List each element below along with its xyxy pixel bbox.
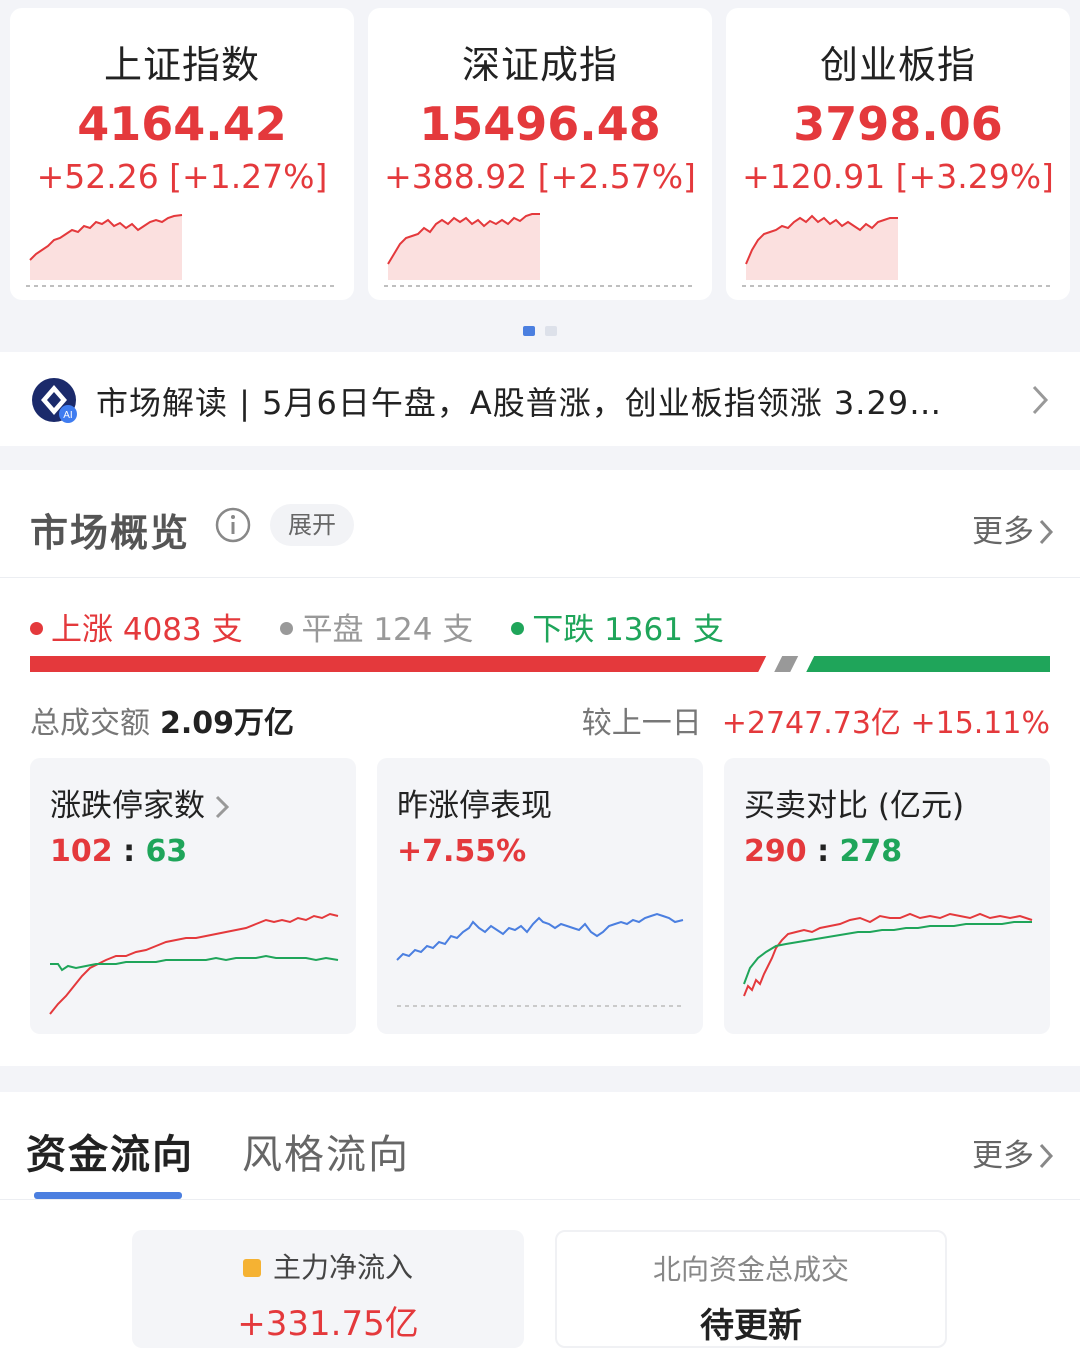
northbound-label: 北向资金总成交 [652,1253,849,1286]
fall-count: 下跌 1361 支 [511,604,724,649]
overview-title: 市场概览 [30,511,191,555]
northbound-value: 待更新 [700,1306,802,1346]
index-change: +120.91 [+3.29%] [742,157,1054,196]
advance-decline-ratio-bar [30,656,1050,672]
flat-label: 平盘 124 支 [301,612,474,648]
ai-badge-text: AI [63,410,72,421]
rise-dot [30,622,43,635]
index-name: 上证指数 [103,43,260,87]
overview-more-link[interactable]: 更多 [972,506,1054,551]
chevron-right-icon [1032,385,1049,415]
index-value: 3798.06 [793,97,1003,151]
tab-fund-flow[interactable]: 资金流向 [26,1122,194,1180]
rise-count: 上涨 4083 支 [30,604,243,649]
buy-sell-ratio: 290 : 278 [744,834,902,869]
market-overview-section: 市场概览 展开 更多 上涨 4083 支 平盘 124 支 下跌 1361 支 … [0,470,1080,1066]
advance-decline-stats: 上涨 4083 支 平盘 124 支 下跌 1361 支 [30,604,752,649]
card-title: 买卖对比 (亿元) [744,788,965,824]
rise-segment [30,656,767,672]
limit-ratio: 102 : 63 [50,834,187,869]
ai-icon: AI [32,378,77,423]
compare-value: +2747.73亿 +15.11% [721,706,1050,741]
legend-square-icon [242,1259,261,1277]
flow-tabs: 资金流向 风格流向 更多 [0,1092,1080,1200]
main-net-inflow-card[interactable]: 主力净流入 +331.75亿 [132,1230,524,1348]
northbound-turnover-card[interactable]: 北向资金总成交 待更新 [555,1230,947,1348]
market-interpretation-bar[interactable]: AI 市场解读 | 5月6日午盘，A股普涨，创业板指领涨 3.29… [0,352,1080,446]
limit-up-down-card[interactable]: 涨跌停家数 102 : 63 [30,758,356,1034]
buy-sell-trend-chart [743,912,1033,997]
performance-trend-chart [396,912,685,1007]
index-sparkline [26,214,338,287]
more-label: 更多 [972,514,1034,550]
index-sparkline [742,214,1054,287]
chevron-right-icon [1039,519,1054,545]
main-net-inflow-label: 主力净流入 [132,1246,524,1286]
turnover-row: 总成交额 2.09万亿 较上一日 +2747.73亿 +15.11% [30,698,1050,742]
carousel-indicator [0,321,1080,340]
compare-label: 较上一日 [581,706,702,741]
main-net-inflow-text: 主力净流入 [272,1251,413,1284]
more-label: 更多 [972,1138,1034,1174]
ratio-separator: : [123,834,136,869]
carousel-dot [545,326,557,336]
fund-flow-section: 资金流向 风格流向 更多 主力净流入 +331.75亿 北向资金总成交 待更新 [0,1092,1080,1359]
carousel-dot-active [523,326,535,336]
index-card-shanghai[interactable]: 上证指数 4164.42 +52.26 [+1.27%] [10,8,354,300]
news-headline: 市场解读 | 5月6日午盘，A股普涨，创业板指领涨 3.29… [96,384,943,422]
card-title: 涨跌停家数 [50,780,230,825]
chevron-right-icon [215,795,230,819]
index-card-shenzhen[interactable]: 深证成指 15496.48 +388.92 [+2.57%] [368,8,712,300]
buy-amount: 290 [744,834,807,869]
buy-sell-compare-card[interactable]: 买卖对比 (亿元) 290 : 278 [724,758,1050,1034]
index-value: 15496.48 [419,97,661,151]
tab-underline [34,1192,182,1199]
fall-label: 下跌 1361 支 [532,612,724,648]
index-value: 4164.42 [77,97,287,151]
limit-trend-chart [49,912,339,1015]
yesterday-limit-up-performance: +7.55% [397,834,527,869]
overview-header: 市场概览 展开 更多 [0,470,1080,578]
turnover-label: 总成交额 [30,706,150,741]
card-title: 昨涨停表现 [397,788,552,824]
flat-segment [774,656,799,672]
limit-down-count: 63 [145,834,188,869]
card-title-text: 涨跌停家数 [50,788,205,824]
main-net-inflow-value: +331.75亿 [237,1304,419,1344]
index-name: 深证成指 [461,43,618,87]
yesterday-limit-up-card[interactable]: 昨涨停表现 +7.55% [377,758,703,1034]
expand-button[interactable]: 展开 [270,504,354,546]
sell-amount: 278 [839,834,903,869]
index-name: 创业板指 [819,43,976,87]
index-change: +388.92 [+2.57%] [384,157,696,196]
fall-segment [806,656,1050,672]
rise-label: 上涨 4083 支 [51,612,243,648]
turnover-compare: 较上一日 +2747.73亿 +15.11% [582,698,1050,742]
index-card-chinext[interactable]: 创业板指 3798.06 +120.91 [+3.29%] [726,8,1070,300]
tab-style-flow[interactable]: 风格流向 [242,1122,410,1180]
chevron-right-icon [1039,1143,1054,1169]
index-carousel[interactable]: 上证指数 4164.42 +52.26 [+1.27%] 深证成指 15496.… [0,0,1080,350]
flow-more-link[interactable]: 更多 [972,1130,1054,1175]
ratio-separator: : [817,834,830,869]
fall-dot [511,622,525,635]
flat-dot [280,622,294,635]
turnover-value: 2.09万亿 [160,706,295,741]
index-change: +52.26 [+1.27%] [36,157,328,196]
limit-up-count: 102 [50,834,113,869]
info-icon[interactable] [214,506,252,544]
index-sparkline [384,213,696,287]
flat-count: 平盘 124 支 [280,604,473,649]
